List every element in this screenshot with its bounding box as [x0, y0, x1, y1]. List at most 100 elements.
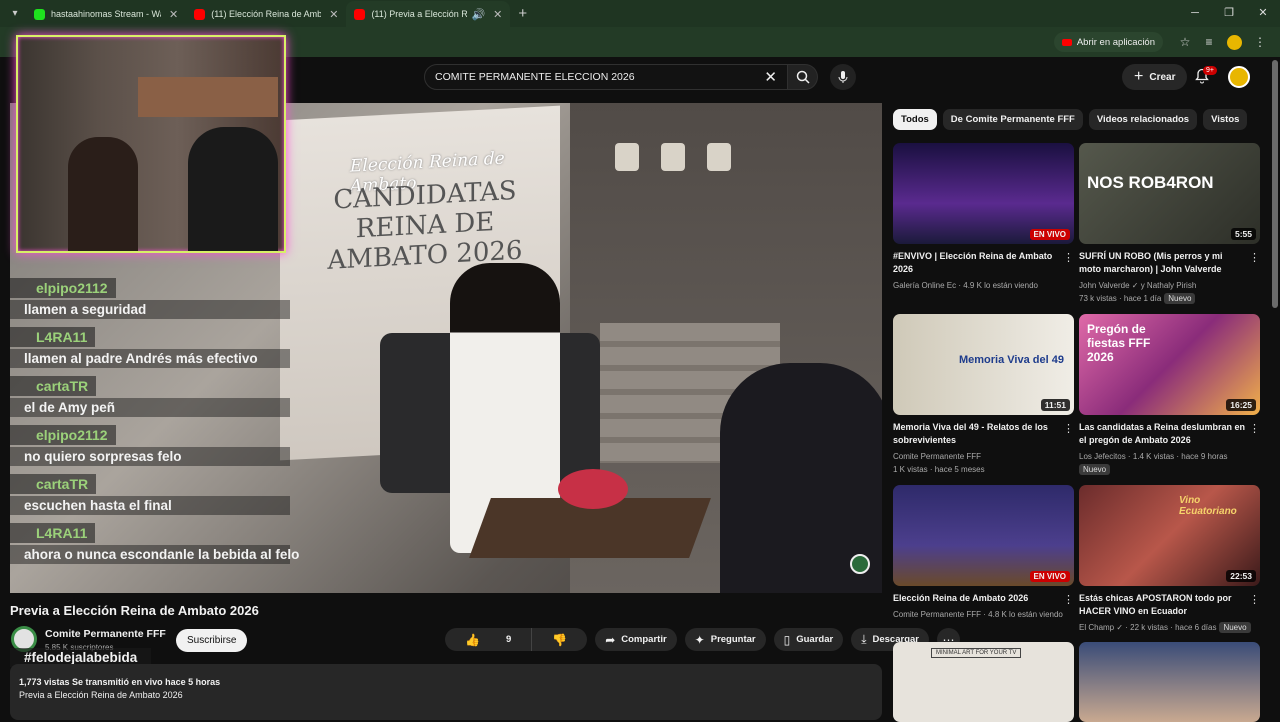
- tab-label: (11) Previa a Elección Reina: [371, 9, 468, 19]
- video-thumbnail[interactable]: Memoria Viva del 49 11:51: [893, 314, 1074, 415]
- card-channel[interactable]: Los Jefecitos: [1079, 452, 1126, 461]
- chat-user: L4RA11: [10, 327, 96, 347]
- card-title[interactable]: Memoria Viva del 49 - Relatos de los sob…: [893, 421, 1074, 447]
- recommendation-card[interactable]: NOS ROB4RON 5:55 SUFRÍ UN ROBO (Mis perro…: [1079, 143, 1260, 305]
- chat-text: el de Amy peñ: [10, 398, 290, 417]
- thumbnail-text: Vino Ecuatoriano: [1179, 495, 1237, 517]
- youtube-favicon-icon: [354, 8, 366, 20]
- recommendation-card[interactable]: MINIMAL ART FOR YOUR TV: [893, 642, 1074, 722]
- duration-badge: 16:25: [1226, 399, 1256, 411]
- card-menu-icon[interactable]: ⋮: [1063, 422, 1074, 435]
- chat-overlay: elpipo2112 llamen a seguridad L4RA11 llame…: [10, 278, 299, 572]
- ask-button[interactable]: ✦ Preguntar: [684, 628, 766, 651]
- card-channel[interactable]: Galería Online Ec: [893, 281, 956, 290]
- search-button[interactable]: [788, 64, 818, 90]
- chip-watched[interactable]: Vistos: [1203, 109, 1248, 130]
- microphone-icon: [838, 71, 848, 83]
- tab-label: hastaahinomas Stream - Watch: [51, 9, 161, 19]
- browser-tab-1[interactable]: hastaahinomas Stream - Watch ✕: [26, 1, 186, 27]
- card-title[interactable]: #ENVIVO | Elección Reina de Ambato 2026: [893, 250, 1074, 276]
- open-in-app-label: Abrir en aplicación: [1076, 36, 1155, 48]
- chip-channel[interactable]: De Comite Permanente FFF: [942, 109, 1083, 130]
- chip-todos[interactable]: Todos: [893, 109, 937, 130]
- video-thumbnail[interactable]: EN VIVO: [893, 485, 1074, 586]
- account-avatar[interactable]: [1228, 66, 1250, 88]
- minimize-icon[interactable]: ─: [1178, 0, 1212, 27]
- recommendation-card[interactable]: Vino Ecuatoriano 22:53 Estás chicas APOST…: [1079, 485, 1260, 634]
- share-button[interactable]: ➦ Compartir: [595, 628, 677, 651]
- recommendation-card[interactable]: EN VIVO Elección Reina de Ambato 2026 Co…: [893, 485, 1074, 621]
- recommendation-card[interactable]: EN VIVO #ENVIVO | Elección Reina de Amba…: [893, 143, 1074, 292]
- browser-tab-2[interactable]: (11) Elección Reina de Ambato ✕: [186, 1, 346, 27]
- duration-badge: 11:51: [1040, 399, 1070, 411]
- video-thumbnail[interactable]: Pregón de fiestas FFF 2026 16:25: [1079, 314, 1260, 415]
- open-in-app-button[interactable]: Abrir en aplicación: [1053, 32, 1163, 52]
- card-title[interactable]: Las candidatas a Reina deslumbran en el …: [1079, 421, 1260, 447]
- close-window-icon[interactable]: ✕: [1246, 0, 1280, 27]
- search-bar: COMITE PERMANENTE ELECCION 2026 ✕: [424, 64, 856, 90]
- search-input[interactable]: COMITE PERMANENTE ELECCION 2026 ✕: [424, 64, 788, 90]
- bookmark-star-icon[interactable]: ☆: [1173, 35, 1197, 49]
- channel-watermark-icon[interactable]: [850, 554, 870, 574]
- restore-icon[interactable]: ❐: [1212, 0, 1246, 27]
- recommendation-card[interactable]: Memoria Viva del 49 11:51 Memoria Viva de…: [893, 314, 1074, 476]
- video-thumbnail[interactable]: NOS ROB4RON 5:55: [1079, 143, 1260, 244]
- card-menu-icon[interactable]: ⋮: [1063, 251, 1074, 264]
- description-text: Previa a Elección Reina de Ambato 2026: [19, 690, 183, 700]
- card-menu-icon[interactable]: ⋮: [1249, 422, 1260, 435]
- card-stats: 4.8 K lo están viendo: [988, 610, 1063, 619]
- card-meta: Los Jefecitos · 1.4 K vistas · hace 9 ho…: [1079, 452, 1228, 475]
- recommendation-card[interactable]: [1079, 642, 1260, 722]
- chat-message: cartaTR escuchen hasta el final: [10, 474, 290, 515]
- close-icon[interactable]: ✕: [493, 8, 502, 21]
- menu-kebab-icon[interactable]: ⋮: [1248, 35, 1272, 49]
- webcam-shelf: [138, 77, 278, 117]
- tab-search-icon[interactable]: ▾: [4, 3, 26, 25]
- chat-user: elpipo2112: [10, 425, 116, 445]
- browser-tab-3[interactable]: (11) Previa a Elección Reina 🔊 ✕: [346, 1, 511, 27]
- search-icon: [796, 70, 810, 84]
- save-label: Guardar: [796, 634, 834, 645]
- card-channel[interactable]: El Champ ✓: [1079, 623, 1123, 632]
- close-icon[interactable]: ✕: [329, 8, 338, 21]
- profile-avatar[interactable]: [1227, 34, 1242, 50]
- new-tab-icon[interactable]: +: [518, 5, 527, 22]
- window-controls: ─ ❐ ✕: [1178, 0, 1280, 27]
- video-thumbnail[interactable]: MINIMAL ART FOR YOUR TV: [893, 642, 1074, 722]
- dislike-button[interactable]: 👎: [532, 633, 587, 647]
- card-menu-icon[interactable]: ⋮: [1063, 593, 1074, 606]
- card-meta: John Valverde ✓ y Nathaly Pirish 73 k vis…: [1079, 279, 1260, 305]
- card-channel[interactable]: Comite Permanente FFF: [893, 452, 981, 461]
- card-title[interactable]: SUFRÍ UN ROBO (Mis perros y mi moto marc…: [1079, 250, 1260, 276]
- tab-label: (11) Elección Reina de Ambato: [211, 9, 322, 19]
- recommendation-card[interactable]: Pregón de fiestas FFF 2026 16:25 Las cand…: [1079, 314, 1260, 476]
- voice-search-button[interactable]: [830, 64, 856, 90]
- chip-related[interactable]: Videos relacionados: [1088, 109, 1198, 130]
- subscribe-button[interactable]: Suscribirse: [176, 629, 248, 652]
- create-button[interactable]: + Crear: [1122, 64, 1188, 90]
- like-button[interactable]: 👍 9: [445, 628, 533, 651]
- create-label: Crear: [1149, 71, 1176, 83]
- card-menu-icon[interactable]: ⋮: [1249, 593, 1260, 606]
- video-thumbnail[interactable]: [1079, 642, 1260, 722]
- video-thumbnail[interactable]: Vino Ecuatoriano 22:53: [1079, 485, 1260, 586]
- search-value: COMITE PERMANENTE ELECCION 2026: [435, 71, 635, 83]
- card-title[interactable]: Estás chicas APOSTARON todo por HACER VI…: [1079, 592, 1260, 618]
- card-channel[interactable]: John Valverde ✓ y Nathaly Pirish: [1079, 281, 1196, 290]
- video-thumbnail[interactable]: EN VIVO: [893, 143, 1074, 244]
- thumbnail-text: Pregón de fiestas FFF 2026: [1087, 322, 1151, 364]
- save-button[interactable]: ▯ Guardar: [773, 628, 844, 651]
- duration-badge: 5:55: [1230, 228, 1256, 240]
- channel-name[interactable]: Comite Permanente FFF: [45, 628, 166, 640]
- chat-message: elpipo2112 llamen a seguridad: [10, 278, 290, 319]
- clear-search-icon[interactable]: ✕: [764, 66, 777, 90]
- description-box[interactable]: 1,773 vistas Se transmitió en vivo hace …: [10, 664, 882, 720]
- close-icon[interactable]: ✕: [169, 8, 178, 21]
- video-actions: 👍 9 👎 ➦ Compartir ✦ Preguntar ▯ Guardar ⤓ De…: [445, 628, 960, 651]
- media-controls-icon[interactable]: ≡: [1197, 35, 1221, 49]
- scrollbar[interactable]: [1272, 60, 1278, 308]
- speaker-icon[interactable]: 🔊: [471, 8, 485, 21]
- card-channel[interactable]: Comite Permanente FFF: [893, 610, 981, 619]
- card-title[interactable]: Elección Reina de Ambato 2026: [893, 592, 1074, 605]
- card-menu-icon[interactable]: ⋮: [1249, 251, 1260, 264]
